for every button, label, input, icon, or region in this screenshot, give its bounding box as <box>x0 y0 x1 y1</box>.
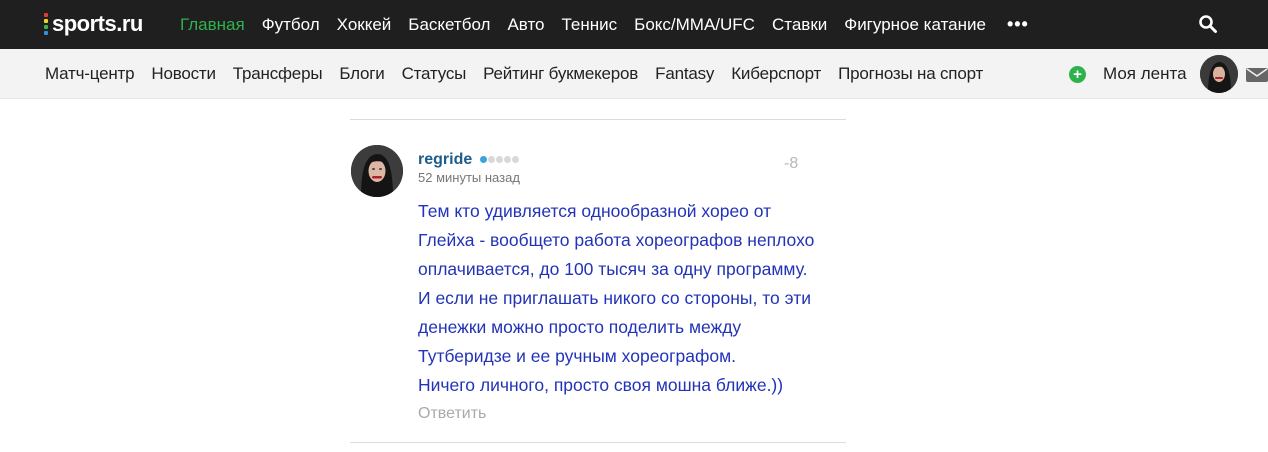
subnav-item-blogs[interactable]: Блоги <box>339 64 384 84</box>
more-menu-icon[interactable]: ••• <box>1007 14 1029 35</box>
main-nav-item-auto[interactable]: Авто <box>507 15 544 35</box>
user-avatar[interactable] <box>1200 55 1238 93</box>
plus-icon[interactable]: + <box>1069 66 1086 83</box>
comment-timestamp: 52 минуты назад <box>418 170 520 185</box>
comment-author-avatar[interactable] <box>351 145 403 197</box>
reply-button[interactable]: Ответить <box>418 405 486 423</box>
rating-dot <box>512 156 519 163</box>
rating-dot <box>480 156 487 163</box>
subnav-item-news[interactable]: Новости <box>151 64 216 84</box>
sports-ru-logo[interactable]: sports.ru <box>44 11 143 37</box>
comment-line: Глейха - вообщето работа хореографов неп… <box>418 230 815 250</box>
subnav-item-bookmaker-rating[interactable]: Рейтинг букмекеров <box>483 64 638 84</box>
main-nav-item-tennis[interactable]: Теннис <box>562 15 618 35</box>
main-nav-item-boxing[interactable]: Бокс/MMA/UFC <box>634 15 755 35</box>
logo-text: sports.ru <box>52 11 143 36</box>
subnav-item-match-center[interactable]: Матч-центр <box>45 64 135 84</box>
main-nav-item-hockey[interactable]: Хоккей <box>337 15 392 35</box>
main-nav-item-home[interactable]: Главная <box>180 15 245 35</box>
comment-line: Тутберидзе и ее ручным хореографом. <box>418 346 737 366</box>
secondary-nav: Матч-центр Новости Трансферы Блоги Стату… <box>45 49 1000 99</box>
main-nav-item-football[interactable]: Футбол <box>262 15 320 35</box>
subnav-item-esports[interactable]: Киберспорт <box>731 64 821 84</box>
secondary-navigation-bar: Матч-центр Новости Трансферы Блоги Стату… <box>0 49 1268 99</box>
search-icon[interactable] <box>1198 14 1218 34</box>
comment-line: оплачивается, до 100 тысяч за одну прогр… <box>418 259 808 279</box>
comment-author-username[interactable]: regride <box>418 151 472 169</box>
mail-icon[interactable] <box>1246 68 1268 82</box>
main-nav-item-figure-skating[interactable]: Фигурное катание <box>844 15 986 35</box>
subnav-item-predictions[interactable]: Прогнозы на спорт <box>838 64 983 84</box>
rating-dot <box>504 156 511 163</box>
logo-color-dots <box>44 13 48 35</box>
subnav-item-fantasy[interactable]: Fantasy <box>655 64 714 84</box>
rating-dot <box>488 156 495 163</box>
subnav-item-statuses[interactable]: Статусы <box>402 64 467 84</box>
comment-divider-bottom <box>350 442 846 443</box>
comment-line: Ничего личного, просто своя мошна ближе.… <box>418 375 784 395</box>
comment-score: -8 <box>784 155 799 172</box>
my-feed-link[interactable]: Моя лента <box>1103 64 1187 84</box>
comment-line: И если не приглашать никого со стороны, … <box>418 288 811 308</box>
top-navigation-bar: sports.ru Главная Футбол Хоккей Баскетбо… <box>0 0 1268 49</box>
comment-divider-top <box>350 119 846 120</box>
main-nav-item-bets[interactable]: Ставки <box>772 15 827 35</box>
rating-dot <box>496 156 503 163</box>
main-nav: Главная Футбол Хоккей Баскетбол Авто Тен… <box>180 0 1029 49</box>
comment-body: Тем кто удивляется однообразной хорео от… <box>418 197 858 400</box>
main-nav-item-basketball[interactable]: Баскетбол <box>408 15 490 35</box>
comment-line: денежки можно просто поделить между <box>418 317 742 337</box>
user-rating-dots <box>480 156 519 163</box>
subnav-item-transfers[interactable]: Трансферы <box>233 64 323 84</box>
comment-line: Тем кто удивляется однообразной хорео от <box>418 201 772 221</box>
